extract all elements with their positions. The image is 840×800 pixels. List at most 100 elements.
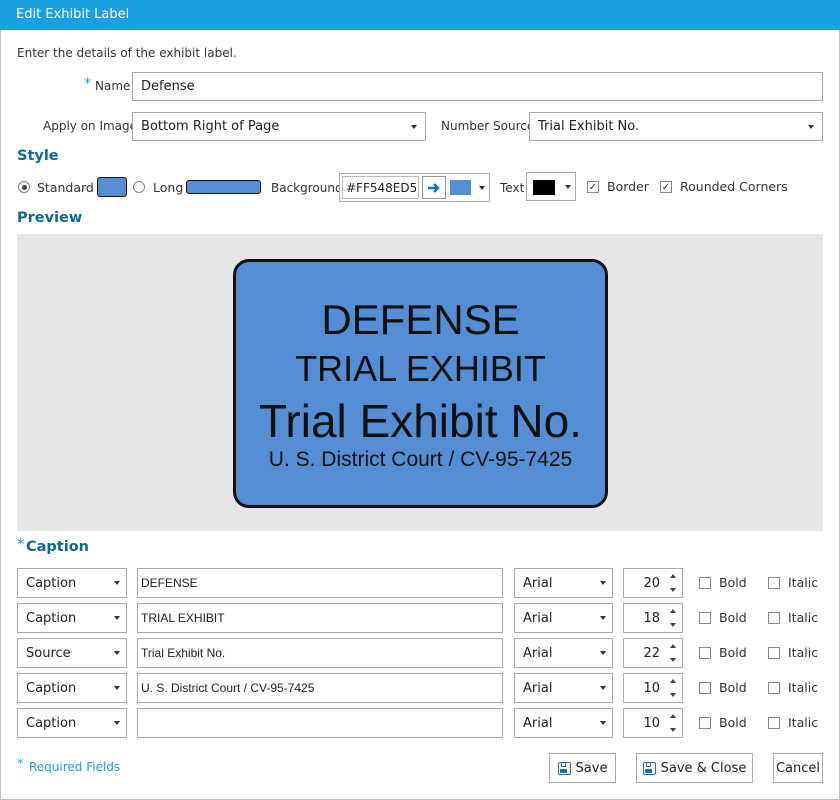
caption-type-value: Source (26, 645, 71, 661)
apply-on-image-value: Bottom Right of Page (141, 119, 280, 134)
caption-font-select[interactable]: Arial (514, 708, 613, 738)
caption-italic-checkbox[interactable] (768, 717, 780, 729)
long-swatch[interactable] (186, 180, 261, 194)
caption-size-value: 10 (643, 716, 660, 731)
preview-line-4: U. S. District Court / CV-95-7425 (268, 448, 573, 471)
caption-size-value: 20 (643, 576, 660, 591)
apply-on-image-select[interactable]: Bottom Right of Page (132, 112, 426, 141)
chevron-up-icon[interactable] (670, 714, 676, 718)
arrow-right-icon (428, 182, 440, 193)
text-color-label: Text (500, 181, 525, 195)
chevron-down-icon (600, 686, 606, 690)
text-color-picker[interactable] (526, 172, 576, 201)
cancel-label: Cancel (775, 760, 821, 776)
caption-bold-checkbox[interactable] (699, 717, 711, 729)
caption-text-input[interactable]: Trial Exhibit No. (137, 638, 503, 668)
caption-text-input[interactable]: U. S. District Court / CV-95-7425 (137, 673, 503, 703)
caption-size-stepper[interactable]: 10 (623, 708, 683, 738)
caption-bold-label: Bold (719, 575, 747, 590)
chevron-down-icon[interactable] (670, 693, 676, 697)
caption-italic-checkbox[interactable] (768, 682, 780, 694)
caption-type-value: Caption (26, 575, 77, 591)
caption-font-select[interactable]: Arial (514, 673, 613, 703)
caption-size-value: 18 (643, 611, 660, 626)
number-source-select[interactable]: Trial Exhibit No. (529, 112, 823, 141)
caption-type-select[interactable]: Caption (17, 673, 127, 703)
caption-bold-label: Bold (719, 715, 747, 730)
chevron-down-icon (565, 185, 571, 189)
caption-heading: Caption (26, 539, 89, 555)
caption-required-mark: * (17, 535, 25, 553)
chevron-down-icon[interactable] (670, 728, 676, 732)
caption-italic-label: Italic (788, 645, 819, 660)
standard-label: Standard (37, 180, 94, 195)
intro-text: Enter the details of the exhibit label. (17, 46, 237, 60)
chevron-down-icon (114, 616, 120, 620)
chevron-down-icon[interactable] (670, 658, 676, 662)
border-checkbox[interactable]: ✓ (587, 181, 599, 193)
caption-italic-checkbox[interactable] (768, 647, 780, 659)
caption-bold-label: Bold (719, 645, 747, 660)
caption-font-value: Arial (523, 645, 553, 661)
save-close-label: Save & Close (660, 760, 747, 776)
caption-font-select[interactable]: Arial (514, 638, 613, 668)
background-color-picker[interactable]: #FF548ED5 (339, 173, 490, 202)
style-heading: Style (17, 148, 59, 164)
save-close-button[interactable]: Save & Close (636, 753, 753, 783)
preview-line-1: DEFENSE (321, 296, 520, 343)
caption-type-value: Caption (26, 610, 77, 626)
caption-type-value: Caption (26, 680, 77, 696)
chevron-up-icon[interactable] (670, 609, 676, 613)
caption-size-stepper[interactable]: 10 (623, 673, 683, 703)
chevron-up-icon[interactable] (670, 679, 676, 683)
standard-radio[interactable] (18, 181, 30, 193)
preview-heading: Preview (17, 210, 83, 226)
caption-bold-checkbox[interactable] (699, 647, 711, 659)
preview-line-2: TRIAL EXHIBIT (295, 348, 546, 389)
required-fields-note: Required Fields (29, 760, 121, 774)
caption-size-stepper[interactable]: 22 (623, 638, 683, 668)
caption-bold-label: Bold (719, 610, 747, 625)
save-button[interactable]: Save (549, 753, 616, 783)
caption-size-stepper[interactable]: 18 (623, 603, 683, 633)
background-hex-input[interactable]: #FF548ED5 (342, 176, 419, 199)
long-label: Long (153, 180, 184, 195)
apply-color-button[interactable] (422, 176, 446, 199)
caption-type-select[interactable]: Caption (17, 708, 127, 738)
preview-line-3: Trial Exhibit No. (259, 395, 582, 447)
caption-font-select[interactable]: Arial (514, 568, 613, 598)
chevron-down-icon (411, 124, 417, 129)
name-label: Name (95, 79, 131, 93)
caption-text-input[interactable] (137, 708, 503, 738)
caption-bold-checkbox[interactable] (699, 612, 711, 624)
save-label: Save (575, 760, 608, 776)
caption-text-input[interactable]: DEFENSE (137, 568, 503, 598)
cancel-button[interactable]: Cancel (773, 753, 823, 783)
caption-type-select[interactable]: Caption (17, 603, 127, 633)
caption-font-value: Arial (523, 715, 553, 731)
caption-type-select[interactable]: Source (17, 638, 127, 668)
chevron-up-icon[interactable] (670, 644, 676, 648)
background-label: Background (271, 181, 343, 195)
background-color-swatch (450, 180, 471, 195)
long-radio[interactable] (133, 181, 145, 193)
rounded-corners-checkbox[interactable]: ✓ (660, 181, 672, 193)
footer-required-mark: * (17, 757, 24, 772)
standard-swatch[interactable] (97, 177, 127, 197)
chevron-down-icon (114, 686, 120, 690)
caption-font-select[interactable]: Arial (514, 603, 613, 633)
chevron-down-icon (114, 721, 120, 725)
chevron-down-icon[interactable] (670, 623, 676, 627)
caption-type-select[interactable]: Caption (17, 568, 127, 598)
caption-italic-checkbox[interactable] (768, 612, 780, 624)
caption-bold-checkbox[interactable] (699, 577, 711, 589)
caption-bold-checkbox[interactable] (699, 682, 711, 694)
chevron-down-icon[interactable] (670, 588, 676, 592)
name-required-mark: * (84, 76, 91, 92)
caption-italic-checkbox[interactable] (768, 577, 780, 589)
chevron-up-icon[interactable] (670, 574, 676, 578)
name-input[interactable]: Defense (132, 72, 823, 101)
caption-size-stepper[interactable]: 20 (623, 568, 683, 598)
caption-text-input[interactable]: TRIAL EXHIBIT (137, 603, 503, 633)
caption-italic-label: Italic (788, 575, 819, 590)
